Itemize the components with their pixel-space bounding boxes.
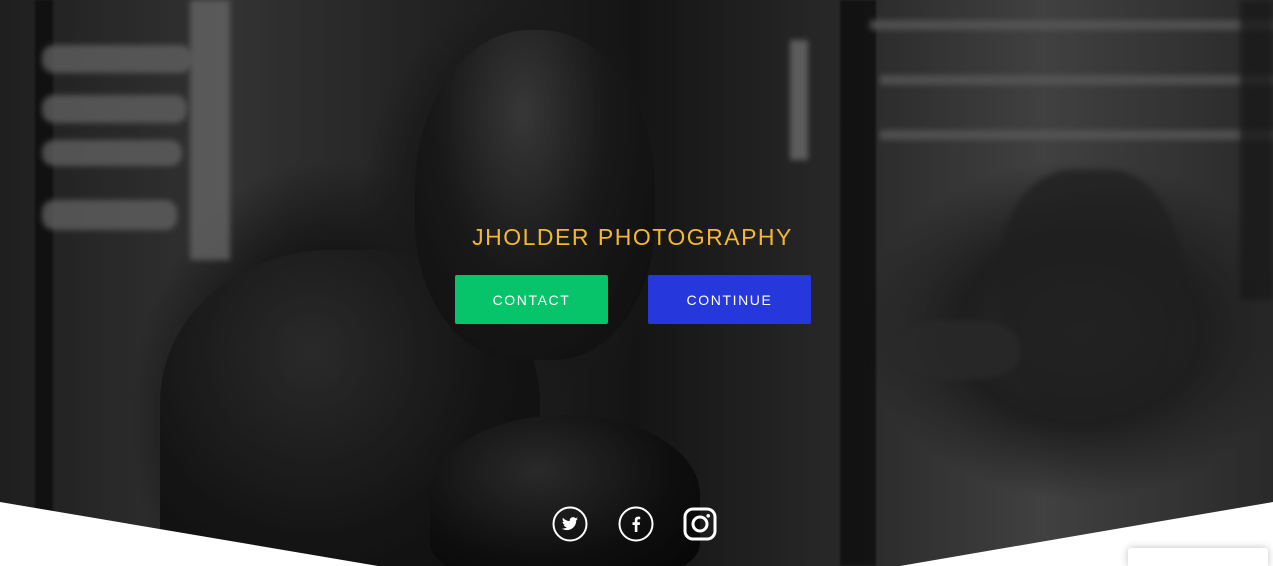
- contact-button[interactable]: CONTACT: [455, 275, 608, 324]
- corner-widget[interactable]: [1128, 548, 1268, 566]
- twitter-icon[interactable]: [552, 506, 588, 542]
- hero-title-wrap: JHOLDER PHOTOGRAPHY: [0, 224, 1273, 251]
- continue-button[interactable]: CONTINUE: [648, 275, 811, 324]
- hero-background-photo: [0, 0, 1273, 566]
- facebook-icon[interactable]: [618, 506, 654, 542]
- instagram-icon[interactable]: [682, 506, 718, 542]
- site-title: JHOLDER PHOTOGRAPHY: [472, 224, 793, 250]
